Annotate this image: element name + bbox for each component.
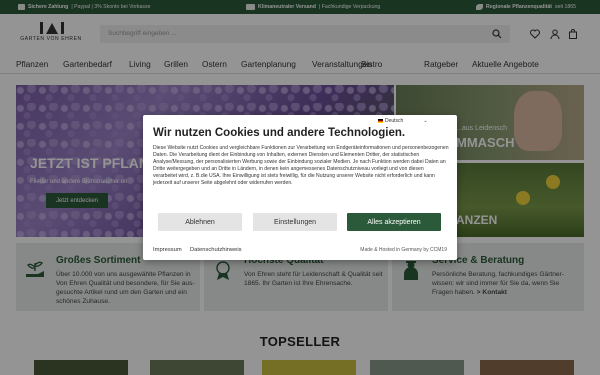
cookie-dialog: Deutsch ⌄ Wir nutzen Cookies und andere … xyxy=(143,115,457,260)
ccm19-credit[interactable]: Made & Hosted in Germany by CCM19 xyxy=(360,247,447,253)
cookie-text: Diese Website nutzt Cookies und vergleic… xyxy=(153,145,449,186)
imprint-link[interactable]: Impressum xyxy=(153,247,182,253)
settings-button[interactable]: Einstellungen xyxy=(253,213,337,231)
reject-button[interactable]: Ablehnen xyxy=(158,213,242,231)
chevron-down-icon: ⌄ xyxy=(423,118,428,124)
cookie-title: Wir nutzen Cookies und andere Technologi… xyxy=(153,127,406,139)
accept-all-button[interactable]: Alles akzeptieren xyxy=(347,213,441,231)
language-select[interactable]: Deutsch ⌄ xyxy=(378,118,428,124)
privacy-link[interactable]: Datenschutzhinweis xyxy=(190,247,242,253)
flag-icon xyxy=(378,119,383,123)
